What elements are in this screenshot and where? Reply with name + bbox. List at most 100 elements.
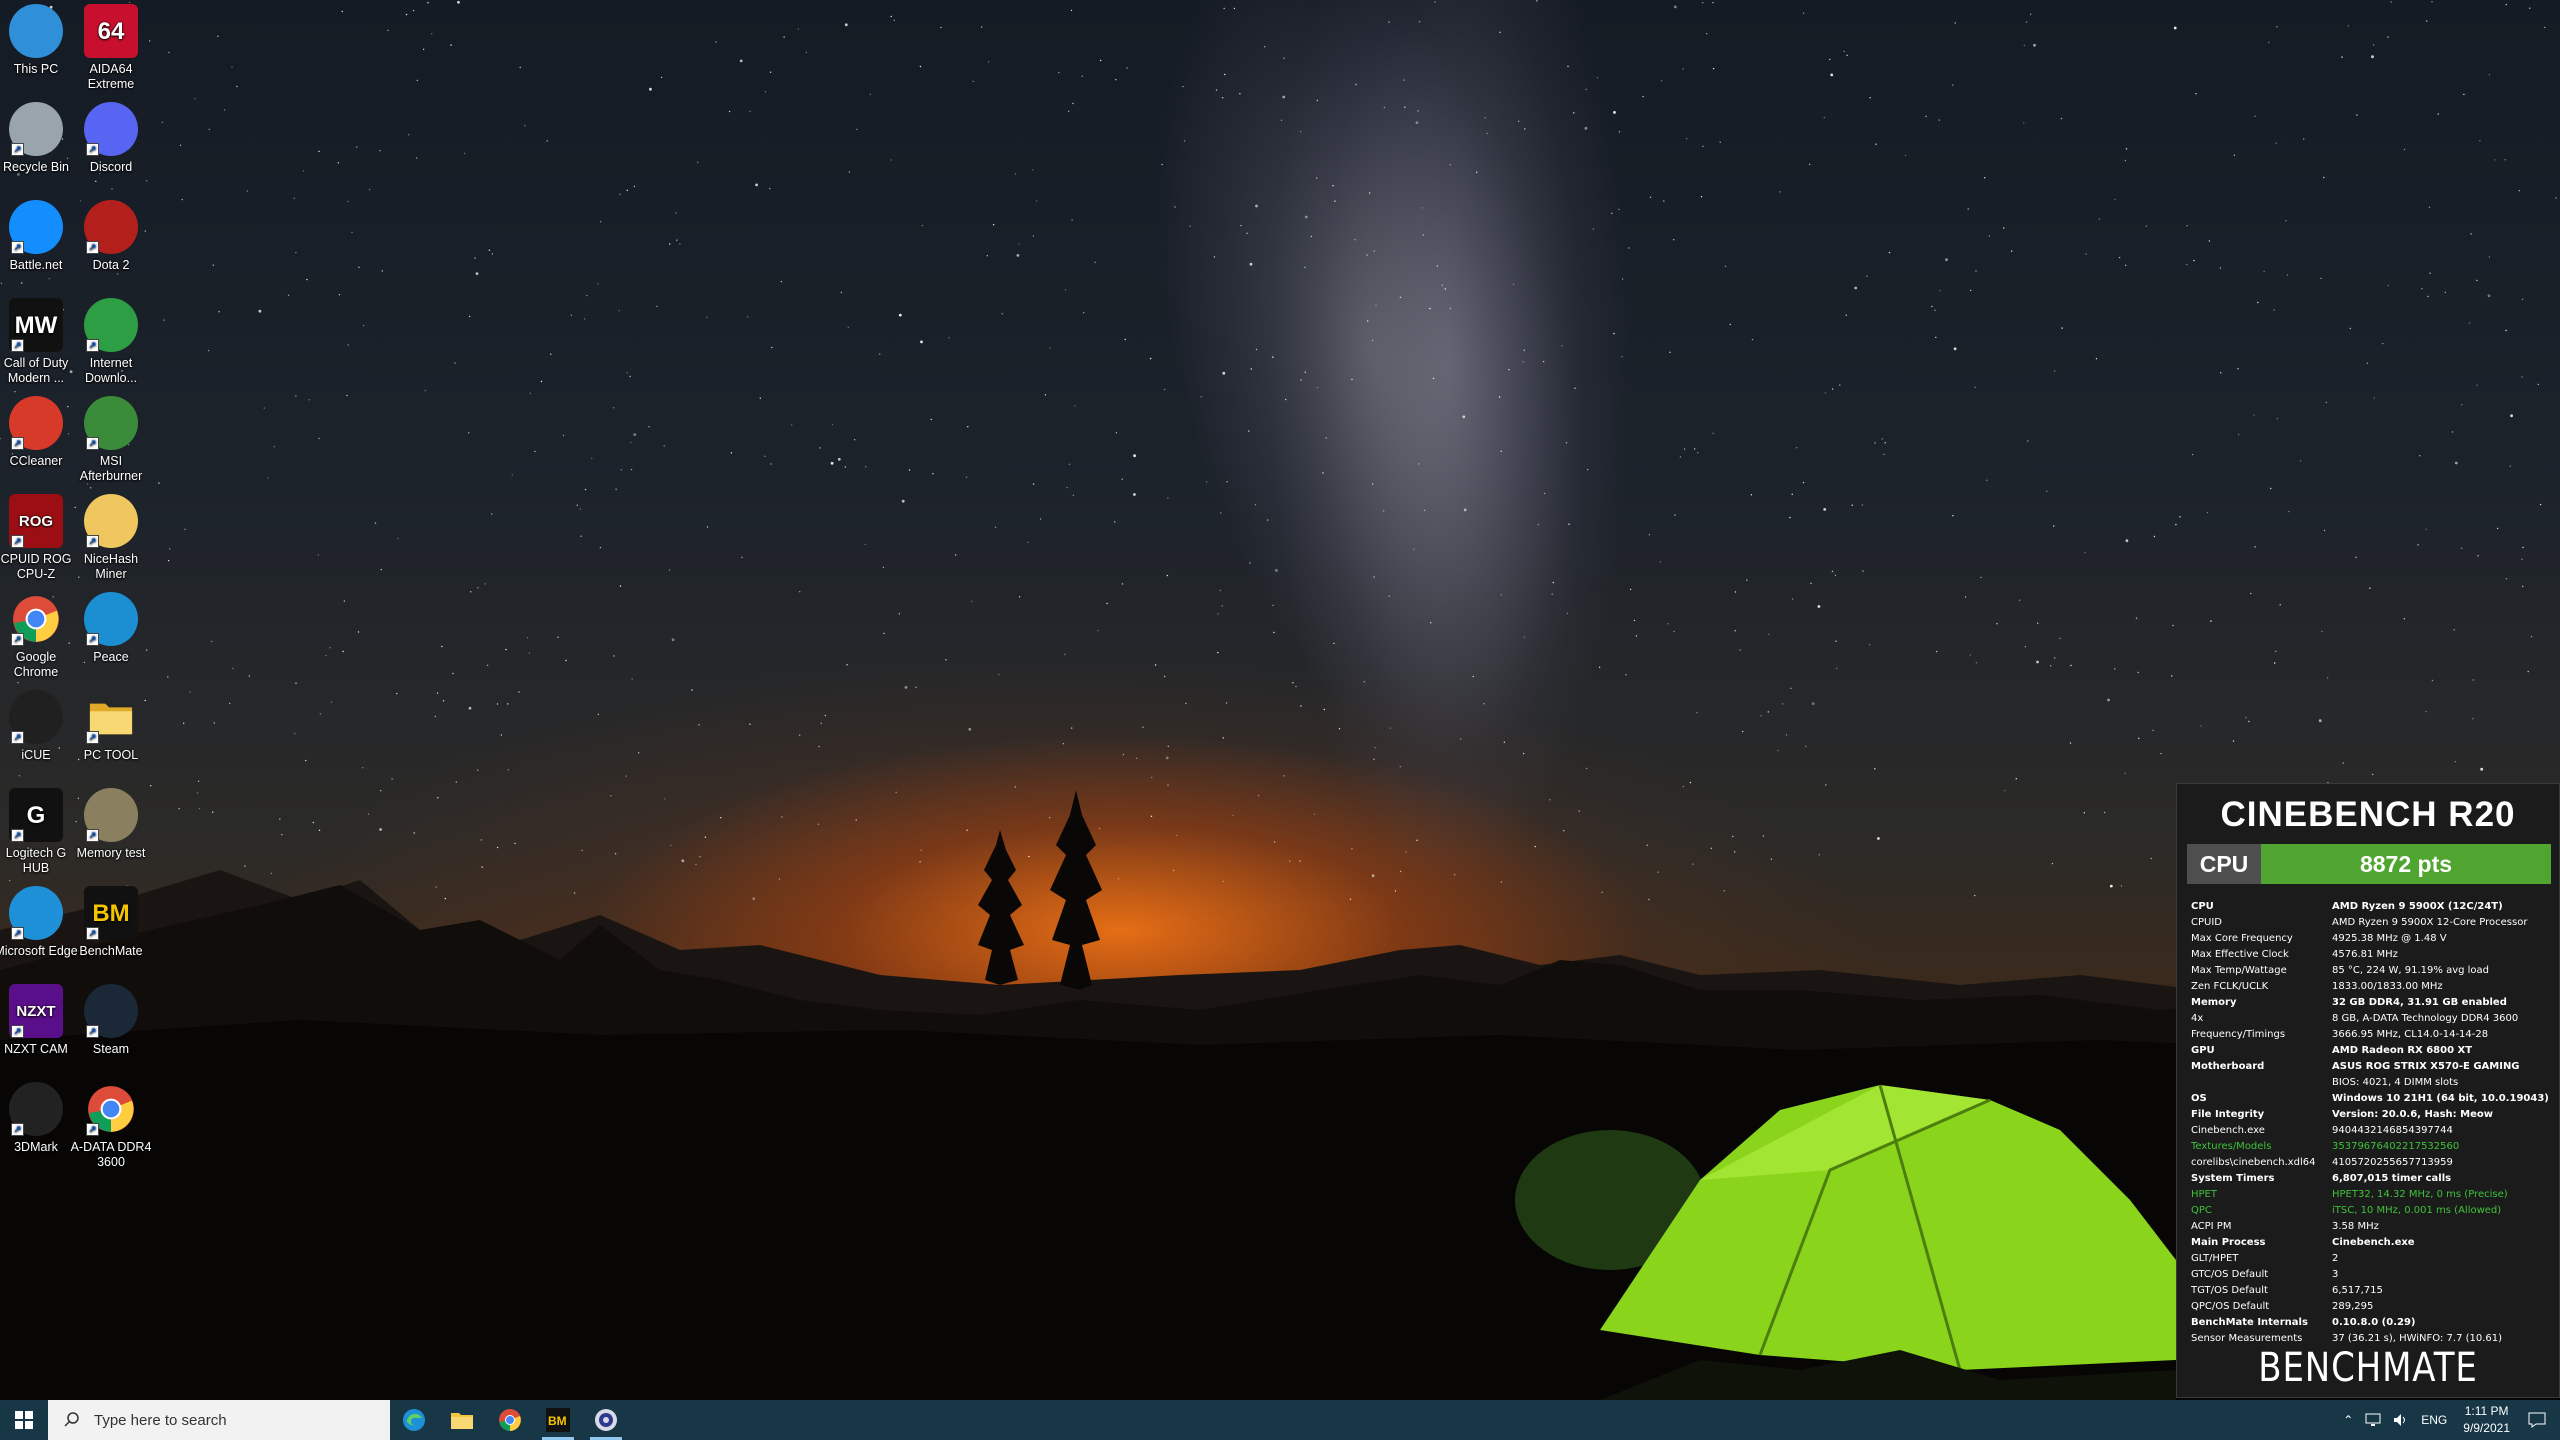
discord-icon: ↗ (84, 102, 138, 156)
benchmate-taskbar-icon[interactable]: BM (534, 1400, 582, 1440)
desktop-icon[interactable]: ↗ Internet Downlo... (68, 298, 154, 386)
taskbar: Type here to search BM ⌃ ENG 1:11 PM 9/9… (0, 1400, 2560, 1440)
3dmark-icon: ↗ (9, 1082, 63, 1136)
aida64-icon: 64 (84, 4, 138, 58)
taskbar-search-box[interactable]: Type here to search (48, 1400, 390, 1440)
edge-taskbar-icon[interactable] (390, 1400, 438, 1440)
info-value: 3666.95 MHz, CL14.0-14-14-28 (2332, 1029, 2489, 1040)
info-value: 2 (2332, 1253, 2339, 1264)
info-key: Main Process (2191, 1237, 2266, 1248)
file-explorer-taskbar-icon[interactable] (438, 1400, 486, 1440)
info-key: GTC/OS Default (2191, 1269, 2269, 1280)
clock[interactable]: 1:11 PM 9/9/2021 (2463, 1403, 2510, 1437)
desktop-icon[interactable]: ↗ MSI Afterburner (68, 396, 154, 484)
desktop-icon[interactable]: BM ↗ BenchMate (68, 886, 154, 959)
info-key: GPU (2191, 1045, 2215, 1056)
info-value: Version: 20.0.6, Hash: Meow (2332, 1109, 2493, 1120)
desktop-icon[interactable]: ↗ Discord (68, 102, 154, 175)
desktop-icon-label: Dota 2 (92, 258, 130, 272)
info-value: ASUS ROG STRIX X570-E GAMING (2332, 1061, 2520, 1072)
msi-afterburner-icon: ↗ (84, 396, 138, 450)
desktop-icon[interactable]: ↗ NiceHash Miner (68, 494, 154, 582)
info-value: 4105720255657713959 (2332, 1157, 2453, 1168)
info-row: File Integrity Version: 20.0.6, Hash: Meo… (2191, 1107, 2551, 1123)
info-value: BIOS: 4021, 4 DIMM slots (2332, 1077, 2459, 1088)
desktop-icon[interactable]: ↗ PC TOOL (68, 690, 154, 763)
network-icon[interactable] (2365, 1413, 2381, 1427)
desktop-icon-label: Internet Downlo... (84, 356, 138, 385)
nicehash-icon: ↗ (84, 494, 138, 548)
start-button[interactable] (0, 1400, 48, 1440)
desktop-icon-label: PC TOOL (83, 748, 139, 762)
info-row: CPUID AMD Ryzen 9 5900X 12-Core Processor (2191, 915, 2551, 931)
icon-glyph: ROG (18, 512, 54, 530)
info-value: Windows 10 21H1 (64 bit, 10.0.19043) (2332, 1093, 2549, 1104)
desktop-icon[interactable]: ↗ A-DATA DDR4 3600 (68, 1082, 154, 1170)
score-value: 8872 pts (2261, 844, 2551, 884)
info-key (2191, 1075, 2332, 1091)
desktop-icon[interactable]: ↗ Dota 2 (68, 200, 154, 273)
shortcut-arrow-icon: ↗ (86, 633, 99, 646)
info-key: Textures/Models (2191, 1141, 2272, 1152)
desktop-icon-label: Memory test (76, 846, 146, 860)
info-row: 4x 8 GB, A-DATA Technology DDR4 3600 (2191, 1011, 2551, 1027)
recycle-bin-icon: ↗ (9, 102, 63, 156)
info-value: 3 (2332, 1269, 2339, 1280)
info-key: Max Temp/Wattage (2191, 965, 2287, 976)
info-key: Frequency/Timings (2191, 1029, 2286, 1040)
info-key: QPC/OS Default (2191, 1301, 2270, 1312)
chrome-icon: ↗ (9, 592, 63, 646)
info-row: BIOS: 4021, 4 DIMM slots (2191, 1075, 2551, 1091)
desktop-icon-label: AIDA64 Extreme (87, 62, 135, 91)
info-key: CPUID (2191, 917, 2222, 928)
benchmate-result-panel[interactable]: CINEBENCH R20 CPU 8872 pts CPU AMD Ryzen … (2176, 783, 2560, 1398)
shortcut-arrow-icon: ↗ (86, 339, 99, 352)
info-value: 3.58 MHz (2332, 1221, 2379, 1232)
info-value: HPET32, 14.32 MHz, 0 ms (Precise) (2332, 1189, 2508, 1200)
benchmark-title: CINEBENCH R20 (2220, 795, 2516, 834)
info-value: 32 GB DDR4, 31.91 GB enabled (2332, 997, 2507, 1008)
info-row: GLT/HPET 2 (2191, 1251, 2551, 1267)
desktop-icon[interactable]: 64 AIDA64 Extreme (68, 4, 154, 92)
svg-text:BM: BM (548, 1414, 567, 1428)
info-row: OS Windows 10 21H1 (64 bit, 10.0.19043) (2191, 1091, 2551, 1107)
volume-icon[interactable] (2393, 1413, 2409, 1427)
shortcut-arrow-icon: ↗ (11, 535, 24, 548)
chrome-taskbar-icon[interactable] (486, 1400, 534, 1440)
desktop-icon[interactable]: ↗ Steam (68, 984, 154, 1057)
info-value: 8 GB, A-DATA Technology DDR4 3600 (2332, 1013, 2519, 1024)
info-row: Motherboard ASUS ROG STRIX X570-E GAMING (2191, 1059, 2551, 1075)
info-row: GTC/OS Default 3 (2191, 1267, 2551, 1283)
shortcut-arrow-icon: ↗ (11, 1123, 24, 1136)
info-row: Cinebench.exe 9404432146854397744 (2191, 1123, 2551, 1139)
language-indicator[interactable]: ENG (2421, 1413, 2447, 1427)
info-key: HPET (2191, 1189, 2217, 1200)
info-key: 4x (2191, 1013, 2204, 1024)
desktop-icon[interactable]: ↗ Peace (68, 592, 154, 665)
chevron-up-icon[interactable]: ⌃ (2343, 1413, 2353, 1427)
shortcut-arrow-icon: ↗ (86, 1025, 99, 1038)
info-key: CPU (2191, 901, 2214, 912)
icon-glyph: NZXT (16, 1002, 56, 1020)
clock-time: 1:11 PM (2464, 1404, 2509, 1418)
desktop-icon-label: BenchMate (79, 944, 143, 958)
info-value: 3537967640221753256​0 (2332, 1141, 2460, 1152)
battlenet-icon: ↗ (9, 200, 63, 254)
info-value: 85 °C, 224 W, 91.19% avg load (2332, 965, 2490, 976)
notifications-icon[interactable] (2528, 1412, 2546, 1428)
info-key: Zen FCLK/UCLK (2191, 981, 2269, 992)
desktop-icon-label: Peace (93, 650, 129, 664)
ccleaner-icon: ↗ (9, 396, 63, 450)
score-bar: CPU 8872 pts (2187, 844, 2551, 884)
desktop-icon[interactable]: ↗ Memory test (68, 788, 154, 861)
info-value: iTSC, 10 MHz, 0.001 ms (Allowed) (2332, 1205, 2502, 1216)
info-value: AMD Ryzen 9 5900X 12-Core Processor (2332, 917, 2528, 928)
shortcut-arrow-icon: ↗ (11, 1025, 24, 1038)
cinebench-taskbar-icon[interactable] (582, 1400, 630, 1440)
chrome-icon: ↗ (84, 1082, 138, 1136)
info-value: 9404432146854397744 (2332, 1125, 2453, 1136)
call-of-duty-icon: MW ↗ (9, 298, 63, 352)
info-row: Main Process Cinebench.exe (2191, 1235, 2551, 1251)
score-category-label: CPU (2187, 844, 2261, 884)
shortcut-arrow-icon: ↗ (86, 241, 99, 254)
